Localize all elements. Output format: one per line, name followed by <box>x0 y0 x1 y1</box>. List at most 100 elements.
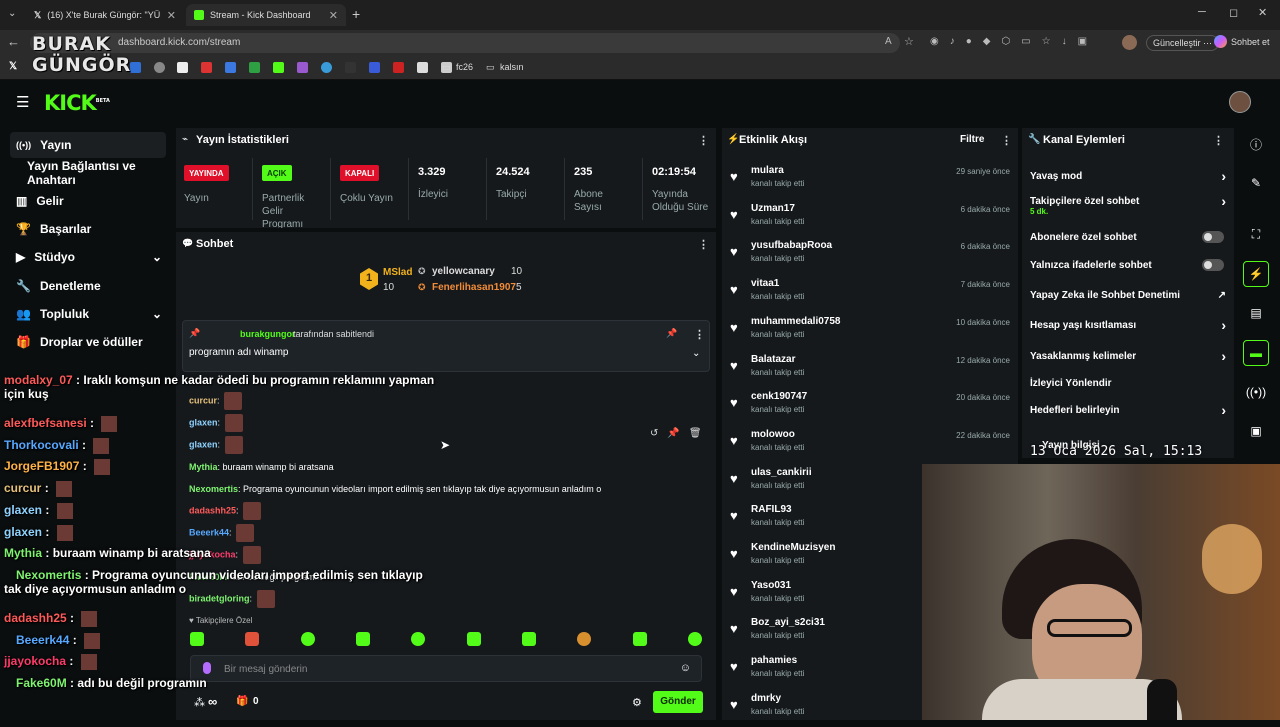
emote-icon[interactable] <box>466 632 481 646</box>
sidebar-item-denetleme[interactable]: 🔧 Denetleme <box>10 273 166 299</box>
chat-rail-icon[interactable]: ▬ <box>1243 340 1269 366</box>
activity-item[interactable]: ♥ Balatazar kanalı takip etti 12 dakika önc… <box>728 352 1012 388</box>
toggle-switch[interactable] <box>1202 259 1224 271</box>
filter-button[interactable]: Filtre <box>960 134 984 145</box>
bookmark-icon[interactable] <box>177 62 188 73</box>
emote-icon[interactable] <box>632 632 647 646</box>
bookmark-icon[interactable] <box>345 62 356 73</box>
x-bookmark-icon[interactable]: 𝕏 <box>9 61 17 72</box>
emote-icon[interactable] <box>190 632 204 646</box>
note-icon[interactable]: ▤ <box>1243 300 1269 326</box>
chat-username[interactable]: Mythia <box>189 462 218 472</box>
channel-action-item[interactable]: Hesap yaşı kısıtlaması › <box>1030 317 1226 333</box>
bookmark-icon[interactable] <box>321 62 332 73</box>
close-icon[interactable]: ✕ <box>329 9 338 22</box>
chat-message[interactable]: glaxen: <box>189 414 243 432</box>
pin-icon[interactable]: 📌 <box>667 428 679 439</box>
follower-name[interactable]: Uzman17 <box>751 203 795 214</box>
follower-name[interactable]: Yaso031 <box>751 580 791 591</box>
chat-input[interactable]: Bir mesaj gönderin ☺ <box>190 655 702 682</box>
follower-name[interactable]: KendineMuzisyen <box>751 542 835 553</box>
unpin-icon[interactable]: 📌 <box>666 328 677 339</box>
emote-icon[interactable] <box>577 632 592 646</box>
follower-name[interactable]: Balatazar <box>751 354 795 365</box>
follower-name[interactable]: yusufbabapRooa <box>751 240 832 251</box>
activity-item[interactable]: ♥ cenk190747 kanalı takip etti 20 dakika ön… <box>728 389 1012 425</box>
favorite-star-icon[interactable]: ☆ <box>904 35 914 48</box>
channel-action-item[interactable]: İzleyici Yönlendir <box>1030 378 1226 389</box>
tab-x[interactable]: 𝕏 (16) X'te Burak Güngör: "YÜKLENİ ✕ <box>26 4 184 26</box>
hamburger-menu-icon[interactable]: ☰ <box>16 93 29 111</box>
copilot-button[interactable]: Sohbet et <box>1214 35 1270 48</box>
activity-item[interactable]: ♥ molowoo kanalı takip etti 22 dakika önce <box>728 427 1012 463</box>
channel-action-item[interactable]: Abonelere özel sohbet <box>1030 231 1226 243</box>
channel-action-item[interactable]: Takipçilere özel sohbet 5 dk. › <box>1030 193 1226 216</box>
sidebar-item-droplar[interactable]: 🎁 Droplar ve ödüller <box>10 329 166 355</box>
sidebar-item-basarilar[interactable]: 🏆 Başarılar <box>10 216 166 242</box>
follower-name[interactable]: RAFIL93 <box>751 504 792 515</box>
activity-item[interactable]: ♥ vitaa1 kanalı takip etti 7 dakika önce <box>728 276 1012 312</box>
send-button[interactable]: Gönder <box>653 691 703 713</box>
follower-name[interactable]: dmrky <box>751 693 781 704</box>
new-tab-icon[interactable]: + <box>352 6 360 22</box>
bookmark-icon[interactable] <box>297 62 308 73</box>
follower-name[interactable]: mulara <box>751 165 784 176</box>
bookmark-icon[interactable] <box>249 62 260 73</box>
emote-icon[interactable] <box>687 632 702 646</box>
bookmark-folder-fc26[interactable]: ▭ fc26 <box>442 62 473 72</box>
extensions-icons[interactable]: ◉♪●◆⬡▭☆↓▣ <box>930 36 1098 47</box>
maximize-icon[interactable]: ◻ <box>1229 6 1238 19</box>
chat-settings-gear-icon[interactable]: ⚙ <box>632 696 642 709</box>
channel-action-item[interactable]: Yavaş mod › <box>1030 168 1226 184</box>
undo-icon[interactable]: ↺ <box>650 428 658 439</box>
edit-icon[interactable]: ✎ <box>1243 170 1269 196</box>
bookmark-icon[interactable] <box>201 62 212 73</box>
chevron-down-icon[interactable]: ⌄ <box>692 348 700 359</box>
activity-item[interactable]: ♥ Uzman17 kanalı takip etti 6 dakika önce <box>728 201 1012 237</box>
sidebar-item-yayin[interactable]: ((•)) Yayın <box>10 132 166 158</box>
bookmark-icon[interactable] <box>273 62 284 73</box>
emote-icon[interactable] <box>411 632 426 646</box>
trash-icon[interactable]: 🗑 <box>689 428 702 439</box>
emote-icon[interactable] <box>355 632 370 646</box>
toggle-switch[interactable] <box>1202 231 1224 243</box>
follower-name[interactable]: molowoo <box>751 429 795 440</box>
emote-icon[interactable] <box>245 632 260 646</box>
stats-menu-icon[interactable]: ⋮ <box>698 134 709 147</box>
read-aloud-icon[interactable]: A <box>885 36 892 47</box>
emoji-icon[interactable]: ☺ <box>680 662 691 674</box>
chat-message[interactable]: Nexomertis: Programa oyuncunun videoları… <box>189 484 601 494</box>
emote-icon[interactable] <box>521 632 536 646</box>
screen-icon[interactable]: ⛶ <box>1243 221 1269 247</box>
channel-actions-menu-icon[interactable]: ⋮ <box>1213 134 1224 147</box>
chat-username[interactable]: Beeerk44 <box>189 527 229 537</box>
activity-item[interactable]: ♥ muhammedali0758 kanalı takip etti 10 daki… <box>728 314 1012 350</box>
chat-message[interactable]: Beeerk44: <box>189 524 255 542</box>
follower-name[interactable]: pahamies <box>751 655 797 666</box>
close-icon[interactable]: ✕ <box>167 9 176 22</box>
chat-username[interactable]: glaxen <box>189 439 218 449</box>
bolt-rail-icon[interactable]: ⚡ <box>1243 261 1269 287</box>
bookmark-icon[interactable] <box>130 62 141 73</box>
kick-logo[interactable]: KICKBETA <box>44 91 110 115</box>
bookmark-icon[interactable] <box>393 62 404 73</box>
activity-item[interactable]: ♥ yusufbabapRooa kanalı takip etti 6 dakika… <box>728 238 1012 274</box>
sidebar-item-topluluk[interactable]: 👥 Topluluk ⌄ <box>10 301 166 327</box>
bookmark-folder-kalsin[interactable]: ▭ kalsın <box>486 62 524 72</box>
minimize-icon[interactable]: ─ <box>1198 6 1206 18</box>
chat-menu-icon[interactable]: ⋮ <box>698 238 709 251</box>
window-close-icon[interactable]: ✕ <box>1258 6 1267 19</box>
chat-message[interactable]: Mythia: buraam winamp bi aratsana <box>189 462 334 472</box>
bookmark-icon[interactable] <box>225 62 236 73</box>
gift-icon[interactable]: 🎁 <box>236 696 248 707</box>
tab-list-chevron-icon[interactable]: ⌄ <box>8 8 16 19</box>
activity-menu-icon[interactable]: ⋮ <box>1001 134 1012 147</box>
layout-rail-icon[interactable]: ▣ <box>1243 418 1269 444</box>
avatar[interactable] <box>1229 91 1251 113</box>
chat-username[interactable]: glaxen <box>189 417 218 427</box>
chat-message[interactable]: dadashh25: <box>189 502 262 520</box>
info-icon[interactable]: ⓘ <box>1243 131 1269 157</box>
follower-name[interactable]: ulas_cankirii <box>751 467 812 478</box>
tab-kick[interactable]: Stream - Kick Dashboard ✕ <box>186 4 346 26</box>
emote-icon[interactable] <box>300 632 315 646</box>
